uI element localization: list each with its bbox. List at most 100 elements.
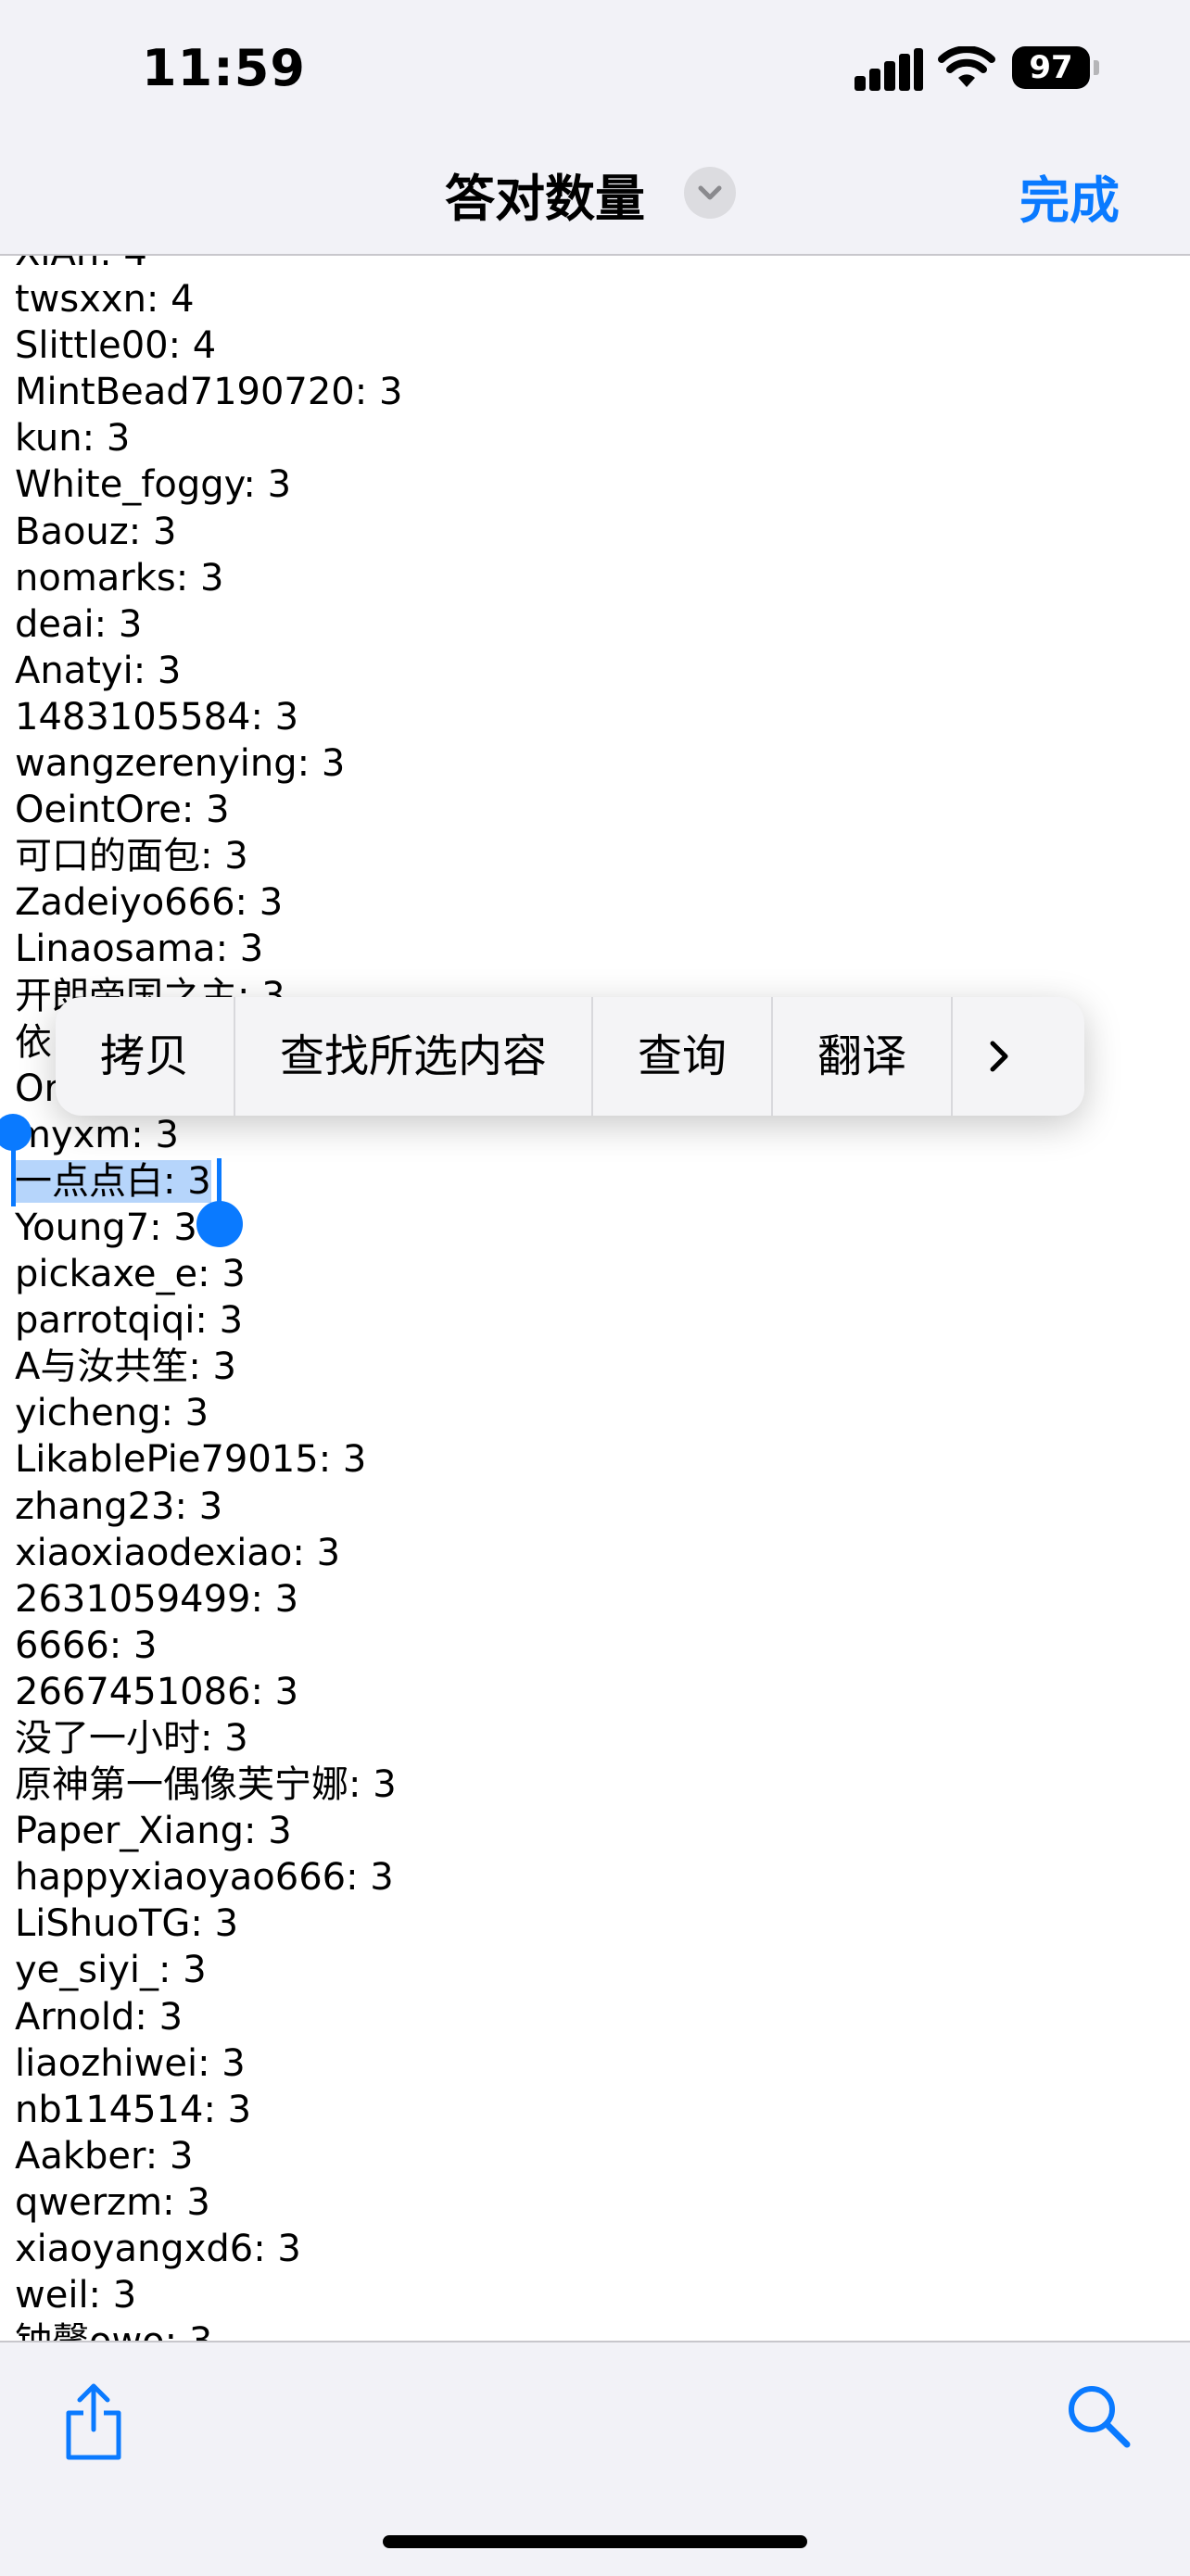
translate-menu-item[interactable]: 翻译 [773, 997, 954, 1116]
list-item-text: nb114514: 3 [15, 2088, 252, 2131]
list-item-text: twsxxn: 4 [15, 278, 195, 322]
list-item: 2631059499: 3 [15, 1576, 402, 1623]
list-item-text: Or [15, 1067, 59, 1110]
list-item: Anatyi: 3 [15, 648, 402, 694]
list-item: Paper_Xiang: 3 [15, 1808, 402, 1854]
list-item: A与汝共笙: 3 [15, 1344, 402, 1390]
cellular-signal-icon [855, 48, 923, 91]
list-item: 可口的面包: 3 [15, 833, 402, 879]
share-icon[interactable] [61, 2381, 126, 2461]
list-item-text: White_foggy: 3 [15, 463, 292, 507]
list-item-text: pickaxe_e: 3 [15, 1253, 246, 1296]
list-item: Slittle00: 4 [15, 322, 402, 369]
list-item: 没了一小时: 3 [15, 1715, 402, 1762]
chevron-down-icon[interactable] [684, 167, 736, 219]
selection-start-handle[interactable] [0, 1114, 35, 1206]
list-item-text: Young7: 3 [15, 1206, 197, 1249]
list-item-text: Linaosama: 3 [15, 928, 264, 971]
list-item: MintBead7190720: 3 [15, 369, 402, 415]
context-menu: 拷贝 查找所选内容 查询 翻译 [56, 997, 1084, 1116]
battery-icon: 97 [1012, 46, 1090, 89]
list-item-text: MintBead7190720: 3 [15, 371, 403, 414]
list-item-text: liaozhiwei: 3 [15, 2041, 246, 2085]
list-item-text: Anatyi: 3 [15, 649, 182, 692]
list-item-text: LikablePie79015: 3 [15, 1438, 367, 1482]
navigation-bar: 答对数量 完成 [0, 139, 1190, 256]
battery-level: 97 [1029, 49, 1073, 86]
find-selection-menu-item[interactable]: 查找所选内容 [235, 997, 594, 1116]
list-item-text: myxm: 3 [15, 1113, 179, 1156]
list-item-text: 依 [15, 1020, 52, 1064]
list-item: 6666: 3 [15, 1623, 402, 1669]
list-item: parrotqiqi: 3 [15, 1297, 402, 1344]
list-item-text: wangzerenying: 3 [15, 742, 346, 786]
lookup-menu-item[interactable]: 查询 [593, 997, 774, 1116]
list-item-text: A与汝共笙: 3 [15, 1345, 237, 1389]
status-bar: 11:59 97 [0, 0, 1190, 139]
list-item: LiShuoTG: 3 [15, 1900, 402, 1947]
done-button[interactable]: 完成 [1019, 159, 1120, 233]
list-item: 原神第一偶像芙宁娜: 3 [15, 1762, 402, 1808]
list-item-text: ye_siyi_: 3 [15, 1949, 207, 1992]
battery-nub [1094, 60, 1099, 75]
list-item: LikablePie79015: 3 [15, 1436, 402, 1483]
list-item-text: 钟馨owo: 3 [15, 2320, 212, 2341]
list-item-text: Arnold: 3 [15, 1995, 184, 2039]
list-item: twsxxn: 4 [15, 276, 402, 322]
list-item-text: 2631059499: 3 [15, 1577, 299, 1621]
list-item-text: 可口的面包: 3 [15, 835, 248, 878]
list-item-text: 6666: 3 [15, 1623, 158, 1667]
list-item: xiaoyangxd6: 3 [15, 2226, 402, 2272]
list-item-text: Aakber: 3 [15, 2134, 194, 2178]
list-item: nb114514: 3 [15, 2087, 402, 2133]
list-item: White_foggy: 3 [15, 461, 402, 508]
list-item-text: nomarks: 3 [15, 556, 224, 600]
list-item-text: xiaoxiaodexiao: 3 [15, 1531, 341, 1574]
list-item: 1483105584: 3 [15, 694, 402, 740]
list-item-text: Slittle00: 4 [15, 324, 217, 368]
list-item: 2667451086: 3 [15, 1669, 402, 1715]
list-item-text: yicheng: 3 [15, 1392, 209, 1435]
list-item: qwerzm: 3 [15, 2179, 402, 2226]
search-icon[interactable] [1066, 2383, 1133, 2450]
list-item: yicheng: 3 [15, 1390, 402, 1436]
list-item: happyxiaoyao666: 3 [15, 1854, 402, 1900]
list-item-text: zhang23: 3 [15, 1484, 223, 1528]
list-item-text: Paper_Xiang: 3 [15, 1810, 292, 1853]
list-item: Arnold: 3 [15, 1994, 402, 2040]
list-item: Baouz: 3 [15, 509, 402, 555]
list-item: 钟馨owo: 3 [15, 2318, 402, 2341]
list-item-text: happyxiaoyao666: 3 [15, 1856, 394, 1900]
list-item-text: LiShuoTG: 3 [15, 1902, 239, 1946]
list-item-text: 原神第一偶像芙宁娜: 3 [15, 1763, 397, 1807]
selected-text: 一点点白: 3 [15, 1159, 211, 1203]
list-item-text: 没了一小时: 3 [15, 1717, 248, 1760]
list-item-text: 1483105584: 3 [15, 695, 299, 739]
list-item: Aakber: 3 [15, 2133, 402, 2179]
list-item: ye_siyi_: 3 [15, 1947, 402, 1993]
list-item-text: deai: 3 [15, 602, 143, 646]
list-item-text: xiaoyangxd6: 3 [15, 2228, 301, 2271]
list-item-text: 2667451086: 3 [15, 1670, 299, 1713]
list-item-text: weil: 3 [15, 2274, 137, 2317]
home-indicator[interactable] [383, 2535, 807, 2548]
copy-menu-item[interactable]: 拷贝 [56, 997, 236, 1116]
text-content[interactable]: XiAn: 4 twsxxn: 4Slittle00: 4MintBead7190… [0, 256, 1190, 2341]
list-item: OeintOre: 3 [15, 787, 402, 833]
list-item-text: Zadeiyo666: 3 [15, 881, 284, 925]
list-item: XiAn: 4 [15, 256, 402, 276]
list-item: weil: 3 [15, 2272, 402, 2318]
list-item-text: OeintOre: 3 [15, 789, 230, 832]
list-item: kun: 3 [15, 415, 402, 461]
list-item-text: parrotqiqi: 3 [15, 1299, 244, 1343]
page-title[interactable]: 答对数量 [445, 158, 645, 231]
entry-list: XiAn: 4 twsxxn: 4Slittle00: 4MintBead7190… [15, 256, 402, 2341]
list-item: xiaoxiaodexiao: 3 [15, 1530, 402, 1576]
wifi-icon [938, 46, 995, 87]
list-item: Zadeiyo666: 3 [15, 879, 402, 926]
list-item: pickaxe_e: 3 [15, 1251, 402, 1297]
chevron-right-icon[interactable] [953, 997, 1045, 1116]
list-item: zhang23: 3 [15, 1484, 402, 1530]
selection-end-handle[interactable] [196, 1158, 252, 1247]
list-item-text: Baouz: 3 [15, 510, 177, 553]
